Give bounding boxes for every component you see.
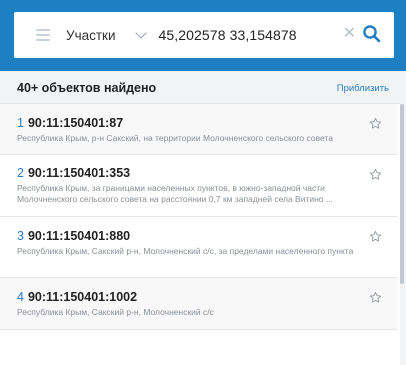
search-icon[interactable] xyxy=(362,24,382,44)
list-item[interactable]: 1 90:11:150401:87 Республика Крым, р-н Са… xyxy=(0,104,398,155)
search-panel: Участки 45,202578 33,154878 ✕ xyxy=(0,0,406,71)
cadastral-number: 90:11:150401:87 xyxy=(27,116,124,130)
list-item[interactable]: 2 90:11:150401:353 Республика Крым, за гр… xyxy=(0,155,398,217)
item-address: Республика Крым, р-н Сакский, на террито… xyxy=(17,133,333,143)
cadastral-number: 90:11:150401:1002 xyxy=(27,290,138,304)
results-list: 1 90:11:150401:87 Республика Крым, р-н Са… xyxy=(0,104,398,330)
star-icon[interactable] xyxy=(369,168,382,181)
item-number: 4 xyxy=(17,290,24,304)
item-address: Республика Крым, Сакский р-н, Молочненск… xyxy=(17,246,354,256)
item-number: 2 xyxy=(17,166,24,180)
item-title: 2 90:11:150401:353 xyxy=(17,166,368,180)
category-select[interactable]: Участки xyxy=(66,28,116,43)
item-title: 4 90:11:150401:1002 xyxy=(17,290,368,304)
cadastral-number: 90:11:150401:353 xyxy=(27,166,131,180)
results-header: 40+ объектов найдено Приблизить xyxy=(0,71,400,104)
search-input[interactable]: 45,202578 33,154878 xyxy=(159,27,297,43)
item-number: 1 xyxy=(17,116,24,130)
item-number: 3 xyxy=(17,229,24,243)
chevron-down-icon[interactable] xyxy=(134,27,147,39)
zoom-link[interactable]: Приблизить xyxy=(337,83,389,94)
star-icon[interactable] xyxy=(369,117,382,130)
item-address: Республика Крым, за границами населенных… xyxy=(17,183,333,204)
item-address: Республика Крым, Сакский р-н, Молочненск… xyxy=(17,307,214,317)
menu-icon[interactable] xyxy=(36,29,50,41)
star-icon[interactable] xyxy=(369,230,382,243)
close-icon[interactable]: ✕ xyxy=(343,25,356,43)
list-item[interactable]: 3 90:11:150401:880 Республика Крым, Сакск… xyxy=(0,217,398,278)
search-box: Участки 45,202578 33,154878 ✕ xyxy=(14,12,394,58)
results-count: 40+ объектов найдено xyxy=(17,81,157,95)
list-item[interactable]: 4 90:11:150401:1002 Республика Крым, Сакс… xyxy=(0,278,398,330)
item-title: 3 90:11:150401:880 xyxy=(17,229,368,243)
item-title: 1 90:11:150401:87 xyxy=(17,116,368,130)
star-icon[interactable] xyxy=(369,291,382,304)
cadastral-number: 90:11:150401:880 xyxy=(27,229,131,243)
scrollbar-thumb[interactable] xyxy=(400,104,404,284)
